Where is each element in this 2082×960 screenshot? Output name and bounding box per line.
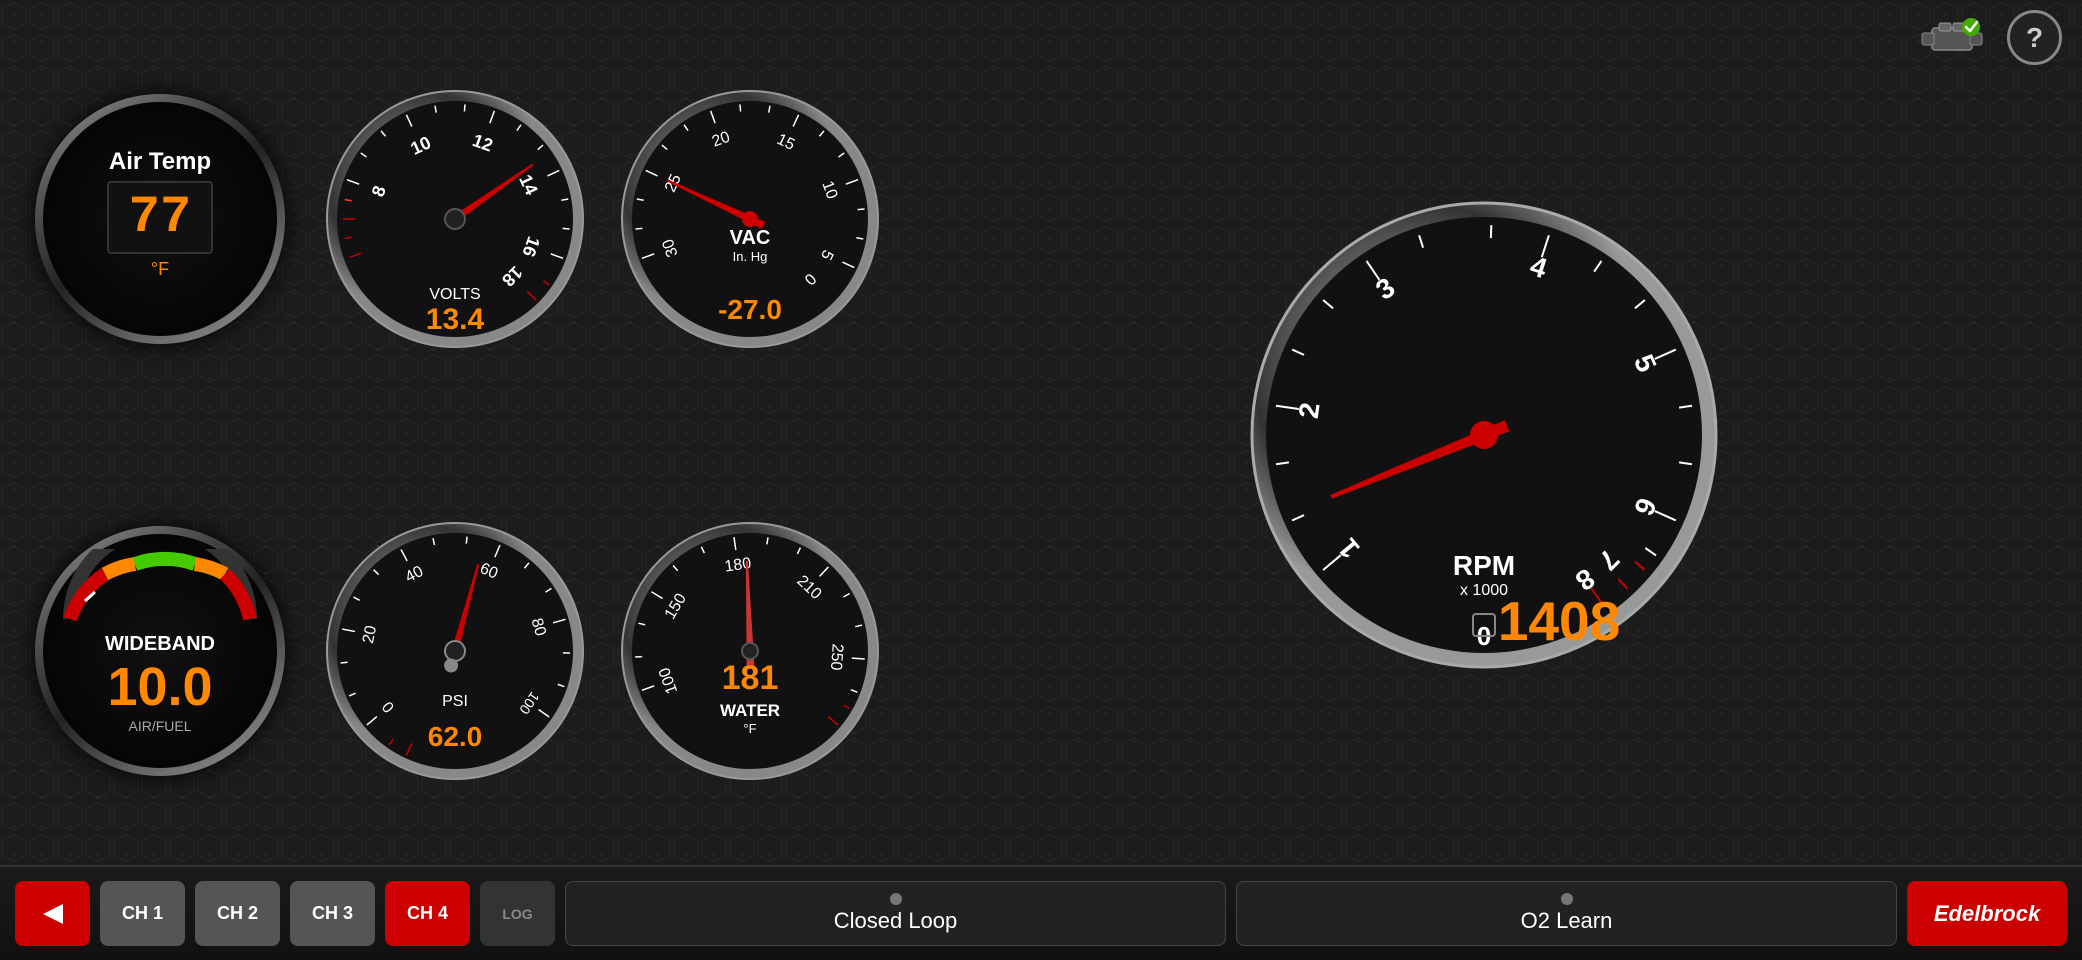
svg-text:PSI: PSI [442,693,468,710]
svg-text:VAC: VAC [730,227,771,249]
o2-learn-button[interactable]: O2 Learn [1236,881,1897,946]
closed-loop-indicator [890,893,902,905]
air-temp-display: 77 [107,181,213,254]
vac-value: -27.0 [718,294,782,325]
wideband-sublabel: AIR/FUEL [128,718,191,734]
volts-gauge: 8 10 12 14 16 18 VOLTS 13.4 [315,10,595,428]
water-temp-value: 181 [722,659,779,697]
volts-value: 13.4 [426,303,485,336]
water-temp-gauge: 100 150 180 210 250 WATER °F [610,443,890,861]
wideband-value: 10.0 [107,656,212,718]
oil-pressure-gauge: 0 20 40 60 80 100 PSI 6 [315,443,595,861]
ch1-button[interactable]: CH 1 [100,881,185,946]
svg-text:°F: °F [743,721,756,736]
bottom-toolbar: CH 1 CH 2 CH 3 CH 4 LOG Closed Loop O2 L… [0,865,2082,960]
svg-text:20: 20 [360,624,380,645]
svg-text:250: 250 [827,643,846,671]
ch3-button[interactable]: CH 3 [290,881,375,946]
brand-label: Edelbrock [1934,901,2040,927]
back-button[interactable] [15,881,90,946]
o2-learn-indicator [1561,893,1573,905]
o2-learn-label: O2 Learn [1521,908,1613,934]
air-temp-unit: °F [151,259,169,280]
rpm-gauge: 1 2 3 4 5 6 7 8 0 [905,10,2062,860]
closed-loop-label: Closed Loop [834,908,958,934]
svg-text:VOLTS: VOLTS [429,286,480,303]
wideband-gauge: WIDEBAND 10.0 AIR/FUEL [20,443,300,861]
svg-text:In. Hg: In. Hg [733,249,768,264]
vac-gauge: 30 25 20 15 10 5 0 VAC In. Hg [610,10,890,428]
svg-text:WATER: WATER [720,701,780,720]
closed-loop-button[interactable]: Closed Loop [565,881,1226,946]
air-temp-value: 77 [129,188,191,247]
ch2-button[interactable]: CH 2 [195,881,280,946]
air-temp-gauge: Air Temp 77 °F [20,10,300,428]
oil-pressure-value: 62.0 [428,721,483,752]
log-button[interactable]: LOG [480,881,555,946]
svg-text:RPM: RPM [1452,550,1514,581]
ch4-button[interactable]: CH 4 [385,881,470,946]
wideband-label: WIDEBAND [105,633,215,656]
rpm-value: 1408 [1497,590,1619,652]
gauge-grid: Air Temp 77 °F [20,10,2062,860]
air-temp-label: Air Temp [109,148,211,176]
edelbrock-button[interactable]: Edelbrock [1907,881,2067,946]
